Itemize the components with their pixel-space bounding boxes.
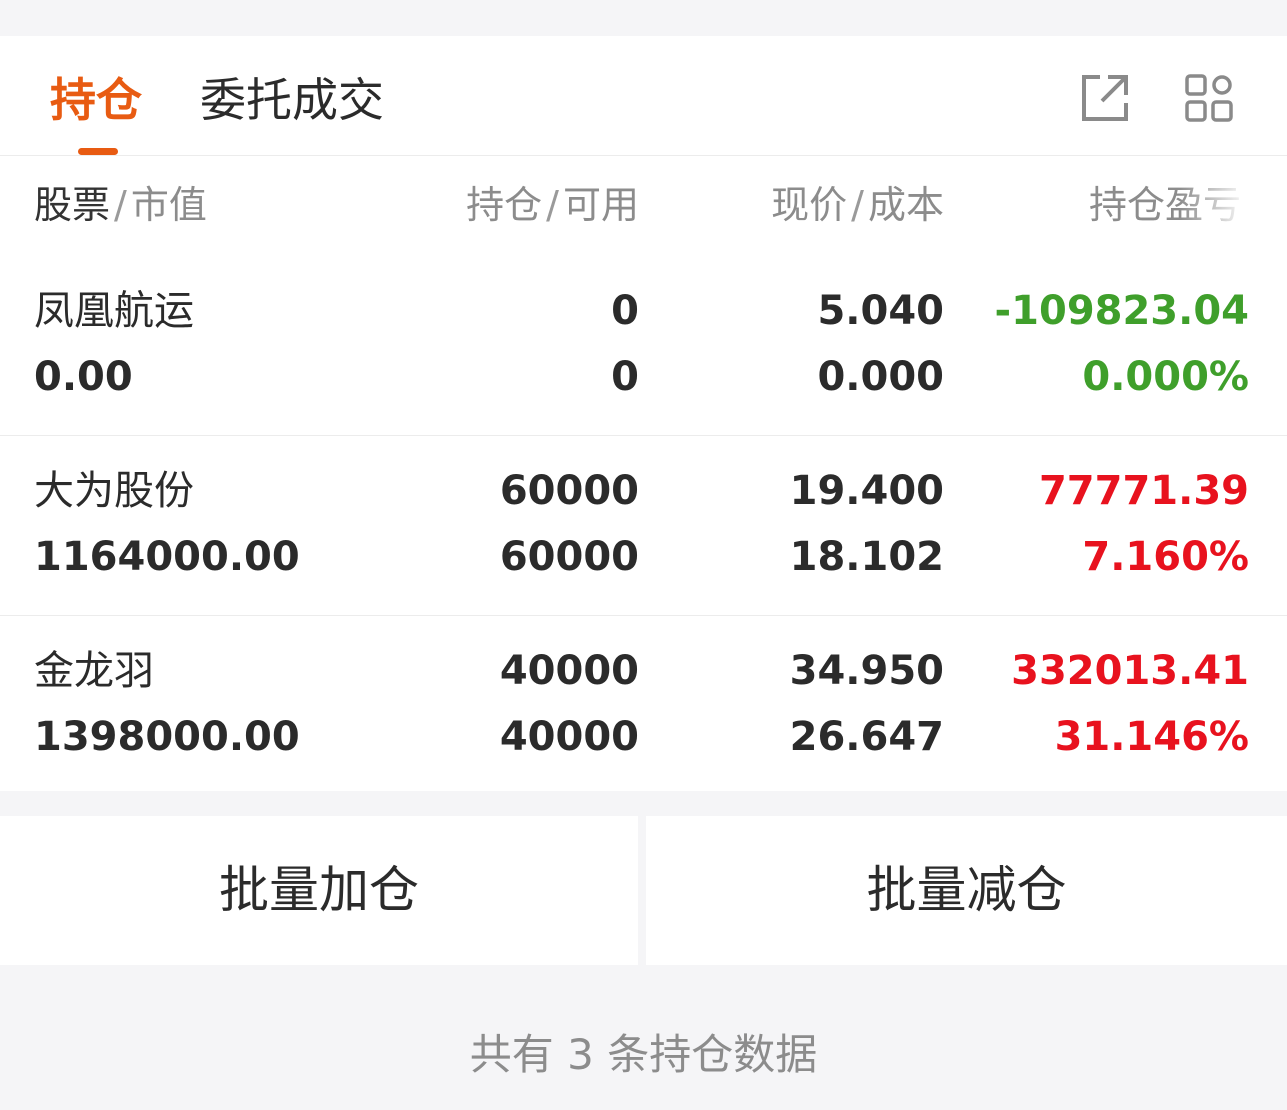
market-value: 0.00 [34,354,133,400]
cost-price: 0.000 [817,354,944,400]
current-price: 19.400 [789,468,944,514]
positions-count-text: 共有 3 条持仓数据 [469,1030,818,1079]
tab-orders[interactable]: 委托成交 [200,72,384,128]
batch-add-button[interactable]: 批量加仓 [0,816,638,965]
available: 60000 [499,534,639,580]
stock-name: 金龙羽 [34,648,154,694]
table-row[interactable]: 大为股份 1164000.00 60000 60000 19.400 18.10… [0,436,1287,616]
stock-name: 大为股份 [34,468,194,514]
header-price-cost[interactable]: 现价 / 成本 [771,180,944,230]
pnl-amount: 332013.41 [1011,648,1249,694]
table-header: 股票 / 市值 持仓 / 可用 现价 / 成本 持仓盈亏 [0,156,1287,256]
holdings: 0 [611,288,639,334]
cost-price: 18.102 [789,534,944,580]
header-pnl[interactable]: 持仓盈亏 [1089,180,1249,230]
cost-price: 26.647 [789,714,944,760]
pnl-amount: -109823.04 [994,288,1249,334]
pnl-amount: 77771.39 [1038,468,1249,514]
market-value: 1398000.00 [34,714,300,760]
header-holdings-available[interactable]: 持仓 / 可用 [466,180,639,230]
current-price: 34.950 [789,648,944,694]
stock-name: 凤凰航运 [34,288,194,334]
batch-reduce-button[interactable]: 批量减仓 [646,816,1287,965]
holdings: 60000 [499,468,639,514]
header-stock-value[interactable]: 股票 / 市值 [34,180,207,230]
table-row[interactable]: 凤凰航运 0.00 0 0 5.040 0.000 -109823.04 0.0… [0,256,1287,436]
available: 40000 [499,714,639,760]
positions-table: 股票 / 市值 持仓 / 可用 现价 / 成本 持仓盈亏 凤凰航运 0.00 0 0 5.0… [0,156,1287,791]
tab-header: 持仓 委托成交 [0,36,1287,156]
available: 0 [611,354,639,400]
header-fade [1179,180,1249,230]
grid-icon[interactable] [1184,73,1234,123]
tab-positions[interactable]: 持仓 [50,72,142,128]
current-price: 5.040 [817,288,944,334]
table-row[interactable]: 金龙羽 1398000.00 40000 40000 34.950 26.647… [0,616,1287,791]
pnl-percent: 7.160% [1082,534,1249,580]
pnl-percent: 31.146% [1054,714,1249,760]
active-tab-indicator [78,148,118,155]
market-value: 1164000.00 [34,534,300,580]
holdings: 40000 [499,648,639,694]
status-strip [0,0,1287,36]
share-icon[interactable] [1080,73,1130,123]
pnl-percent: 0.000% [1082,354,1249,400]
